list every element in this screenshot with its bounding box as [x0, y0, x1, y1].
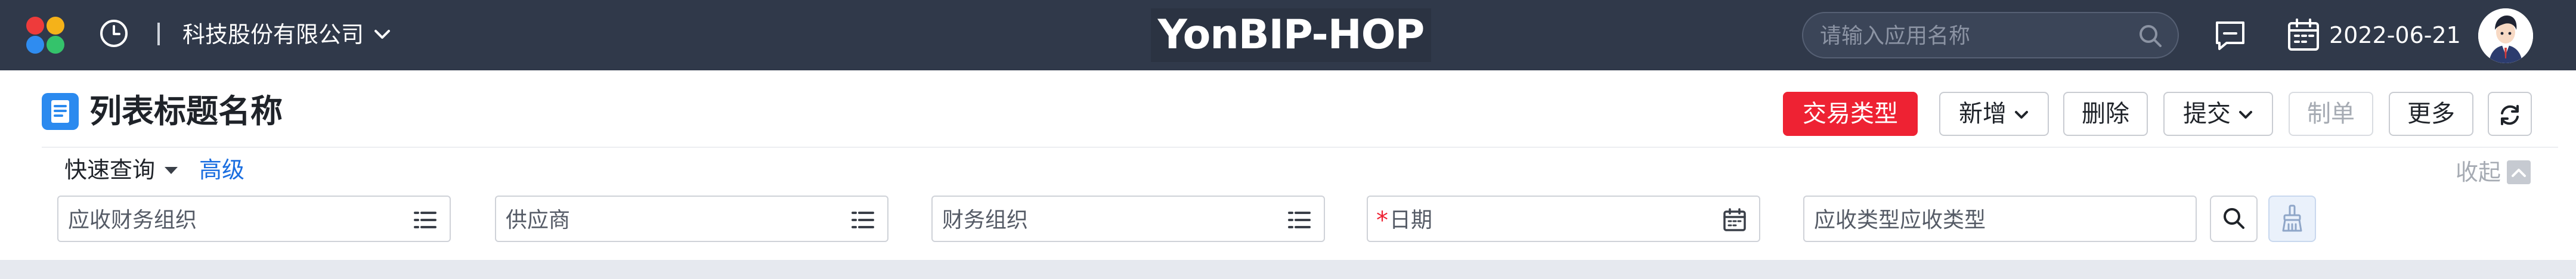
top-navigation-bar: 科技股份有限公司 YonBIP-HOP 2022-06-21: [0, 0, 2576, 70]
app-search-input[interactable]: [1819, 18, 2131, 54]
search-icon[interactable]: [2137, 23, 2163, 49]
page-title: 列表标题名称: [89, 92, 283, 130]
collapse-toggle[interactable]: 收起: [2456, 157, 2531, 187]
clear-brush-icon: [2282, 204, 2302, 231]
app-search-box[interactable]: [1802, 12, 2179, 58]
more-button[interactable]: 更多: [2389, 92, 2473, 136]
user-avatar[interactable]: [2478, 8, 2533, 63]
calendar-icon[interactable]: [2286, 18, 2321, 52]
search-button[interactable]: [2210, 196, 2258, 242]
chevron-down-icon: [374, 30, 391, 39]
list-panel: 列表标题名称 交易类型 新增 删除 提交 制单 更多 快速查询 高级 收起 应收…: [0, 70, 2576, 260]
list-icon[interactable]: [413, 207, 438, 232]
document-icon: [42, 93, 79, 130]
clear-filter-button[interactable]: [2268, 196, 2316, 242]
brand-logo: YonBIP-HOP: [1151, 8, 1431, 62]
list-icon[interactable]: [850, 207, 875, 232]
date-field[interactable]: *: [1367, 196, 1760, 242]
quick-query-dropdown[interactable]: 快速查询: [64, 155, 179, 185]
submit-button-label: 提交: [2183, 100, 2231, 128]
finance-org-input[interactable]: [941, 203, 1241, 237]
date-input[interactable]: [1388, 203, 1689, 237]
chevron-down-icon: [2015, 111, 2028, 119]
make-document-button[interactable]: 制单: [2289, 92, 2373, 136]
content-area-background: [0, 260, 2576, 279]
search-icon: [2224, 207, 2244, 229]
clock-icon[interactable]: [98, 17, 130, 49]
header-divider: [42, 147, 2558, 148]
company-name: 科技股份有限公司: [182, 21, 364, 48]
list-icon[interactable]: [1287, 207, 1312, 232]
add-button-label: 新增: [1959, 100, 2007, 128]
supplier-field[interactable]: [495, 196, 888, 242]
transaction-type-button[interactable]: 交易类型: [1783, 92, 1918, 136]
caret-down-icon: [165, 167, 178, 174]
receivable-org-field[interactable]: [57, 196, 451, 242]
topbar-divider: [157, 23, 160, 45]
supplier-input[interactable]: [504, 203, 805, 237]
quick-query-label: 快速查询: [64, 157, 156, 183]
finance-org-field[interactable]: [931, 196, 1325, 242]
chevron-down-icon: [2239, 111, 2252, 119]
collapse-label: 收起: [2456, 159, 2501, 185]
refresh-icon: [2501, 105, 2519, 125]
current-date: 2022-06-21: [2329, 22, 2461, 48]
delete-button[interactable]: 删除: [2063, 92, 2148, 136]
chevron-up-icon: [2507, 160, 2531, 184]
submit-dropdown-button[interactable]: 提交: [2163, 92, 2273, 136]
receivable-type-input[interactable]: [1813, 203, 2185, 237]
message-icon[interactable]: [2213, 19, 2247, 52]
refresh-button[interactable]: [2488, 92, 2532, 136]
receivable-type-field[interactable]: [1803, 196, 2197, 242]
calendar-icon[interactable]: [1722, 207, 1747, 232]
add-dropdown-button[interactable]: 新增: [1939, 92, 2049, 136]
company-switcher[interactable]: 科技股份有限公司: [182, 20, 391, 49]
receivable-org-input[interactable]: [67, 203, 367, 237]
app-logo-icon[interactable]: [26, 17, 66, 54]
advanced-search-link[interactable]: 高级: [199, 155, 244, 185]
avatar-illustration-icon: [2478, 8, 2533, 63]
required-mark: *: [1376, 207, 1388, 234]
